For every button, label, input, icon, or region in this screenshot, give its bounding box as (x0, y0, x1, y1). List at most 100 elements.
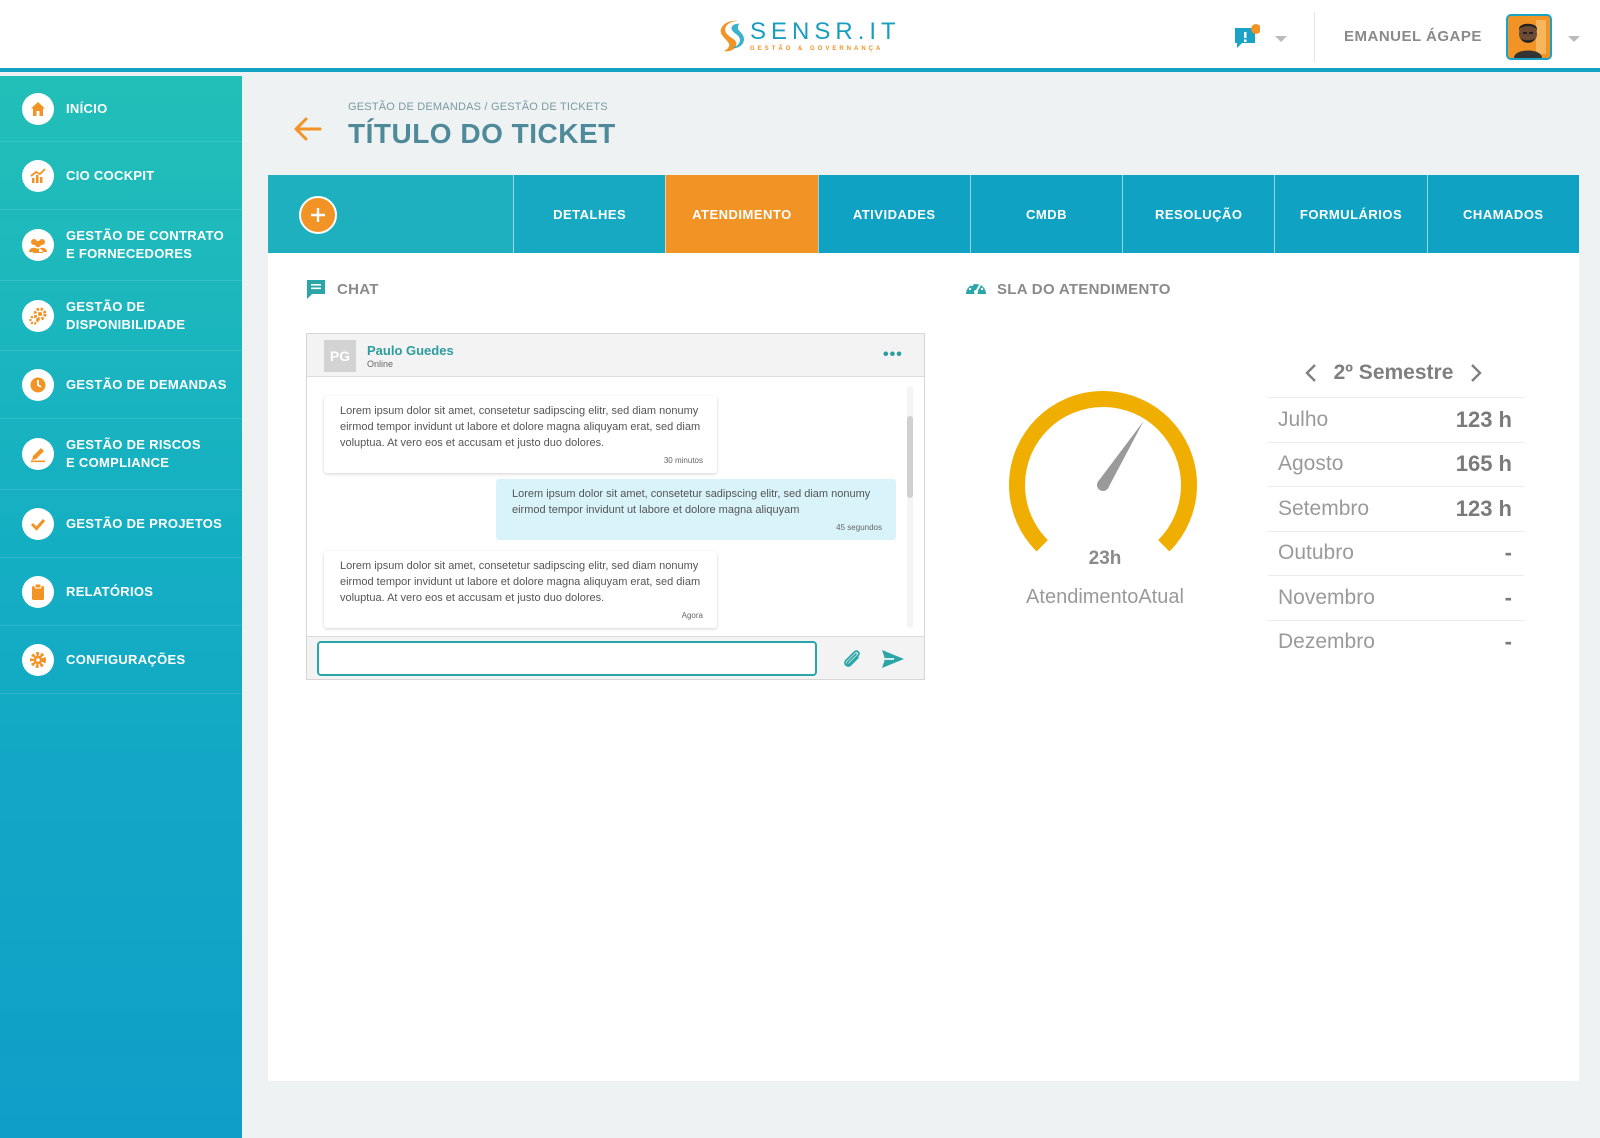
gauge-value: 23h (1088, 548, 1122, 569)
month-name: Julho (1278, 407, 1329, 431)
message-text: Lorem ipsum dolor sit amet, consetetur s… (340, 405, 701, 449)
tab-atendimento[interactable]: ATENDIMENTO (665, 175, 818, 253)
people-icon (22, 229, 54, 261)
month-row: Outubro - (1268, 530, 1524, 576)
month-name: Setembro (1278, 496, 1370, 520)
month-row: Setembro 123 h (1268, 486, 1524, 531)
gauge-arc (1009, 391, 1197, 552)
sidebar-item-label: GESTÃO DE PROJETOS (66, 515, 223, 531)
brand-logo[interactable]: SENSR.IT GESTÃO & GOVERNANÇA (718, 16, 901, 56)
back-arrow-icon[interactable] (292, 114, 324, 144)
message-input[interactable] (317, 641, 817, 676)
month-row: Dezembro - (1268, 619, 1524, 665)
chat-window: PG Paulo Guedes Online ••• Lorem ipsum d… (306, 333, 925, 680)
semester-selector: 2º Semestre (1266, 355, 1521, 391)
sidebar-item-label: CIO COCKPIT (66, 167, 155, 183)
sidebar-item-gestao-demandas[interactable]: GESTÃO DE DEMANDAS (0, 351, 242, 419)
contact-name[interactable]: Paulo Guedes (367, 343, 454, 358)
message-text: Lorem ipsum dolor sit amet, consetetur s… (512, 488, 871, 516)
breadcrumb[interactable]: GESTÃO DE DEMANDAS / GESTÃO DE TICKETS (348, 101, 608, 113)
sidebar-item-inicio[interactable]: INÍCIO (0, 76, 242, 142)
month-name: Dezembro (1278, 630, 1375, 654)
header-divider (1314, 12, 1315, 62)
month-name: Outubro (1278, 541, 1354, 565)
month-value: - (1504, 629, 1512, 655)
sidebar-item-cio-cockpit[interactable]: CIO COCKPIT (0, 142, 242, 210)
sla-section-title: SLA DO ATENDIMENTO (965, 278, 1171, 300)
sidebar-item-label: CONFIGURAÇÕES (66, 651, 186, 667)
sidebar-item-label: GESTÃO DE CONTRATO E FORNECEDORES (66, 228, 225, 261)
paperclip-icon[interactable] (841, 648, 863, 670)
month-row: Agosto 165 h (1268, 441, 1524, 487)
chat-title-text: CHAT (337, 280, 379, 298)
month-value: 123 h (1455, 406, 1512, 432)
month-row: Novembro - (1268, 575, 1524, 620)
clipboard-icon (22, 575, 54, 608)
notification-dropdown-caret[interactable] (1275, 36, 1287, 42)
chat-icon (307, 280, 325, 299)
sidebar-item-configuracoes[interactable]: CONFIGURAÇÕES (0, 626, 242, 694)
sidebar-item-label: GESTÃO DE DEMANDAS (66, 376, 227, 392)
message-time: 45 segundos (836, 523, 882, 532)
sidebar-item-label: RELATÓRIOS (66, 583, 154, 599)
tab-bar: DETALHES ATENDIMENTO ATIVIDADES CMDB RES… (268, 175, 1579, 253)
add-button[interactable] (299, 196, 337, 234)
sidebar-item-gestao-projetos[interactable]: GESTÃO DE PROJETOS (0, 490, 242, 558)
semester-label: 2º Semestre (1333, 361, 1454, 384)
sla-title-text: SLA DO ATENDIMENTO (997, 280, 1171, 298)
sidebar-item-label: INÍCIO (66, 100, 108, 116)
chat-footer (307, 636, 924, 679)
tab-formularios[interactable]: FORMULÁRIOS (1274, 175, 1427, 253)
gauge-hub (1097, 479, 1109, 491)
tab-cmdb[interactable]: CMDB (969, 175, 1123, 253)
month-value: - (1504, 584, 1512, 610)
months-table: Julho 123 h Agosto 165 h Setembro 123 h … (1268, 397, 1524, 664)
tab-add-zone (268, 175, 513, 253)
contact-avatar: PG (324, 340, 356, 372)
chat-section-title: CHAT (305, 278, 379, 300)
message-time: Agora (681, 611, 703, 620)
gear-icon (22, 643, 54, 676)
speedometer-icon (966, 281, 986, 294)
month-value: 165 h (1455, 451, 1512, 477)
chevron-left-icon[interactable] (1302, 362, 1320, 384)
tab-chamados[interactable]: CHAMADOS (1426, 175, 1579, 253)
sidebar-item-gestao-contrato[interactable]: GESTÃO DE CONTRATO E FORNECEDORES (0, 210, 242, 281)
sidebar-item-gestao-disponibilidade[interactable]: GESTÃO DE DISPONIBILIDADE (0, 281, 242, 351)
page-title: TÍTULO DO TICKET (348, 118, 616, 149)
month-value: 123 h (1455, 495, 1512, 521)
sidebar-item-label: GESTÃO DE DISPONIBILIDADE (66, 298, 186, 332)
home-icon (22, 92, 54, 125)
check-icon (22, 507, 54, 540)
month-value: - (1504, 540, 1512, 566)
gauge-needle (1097, 420, 1144, 489)
avatar-portrait-icon (1508, 16, 1550, 58)
tab-resolucao[interactable]: RESOLUÇÃO (1122, 175, 1275, 253)
sidebar-item-gestao-riscos[interactable]: GESTÃO DE RISCOS E COMPLIANCE (0, 419, 242, 490)
gauge-label: AtendimentoAtual (1026, 586, 1184, 608)
contact-status: Online (367, 359, 394, 369)
message-incoming: Lorem ipsum dolor sit amet, consetetur s… (324, 551, 717, 628)
sidebar-item-relatorios[interactable]: RELATÓRIOS (0, 558, 242, 626)
brand-name: SENSR.IT (750, 18, 901, 45)
send-icon[interactable] (881, 648, 905, 670)
chat-scrollbar-thumb[interactable] (907, 416, 913, 498)
user-dropdown-caret[interactable] (1568, 36, 1580, 42)
chat-header: PG Paulo Guedes Online ••• (307, 334, 924, 377)
logo-mark-icon (720, 20, 744, 52)
user-name[interactable]: EMANUEL ÁGAPE (1344, 28, 1482, 45)
pencil-icon (22, 438, 54, 470)
plus-icon (311, 208, 325, 222)
message-incoming: Lorem ipsum dolor sit amet, consetetur s… (324, 396, 717, 473)
tab-atividades[interactable]: ATIVIDADES (817, 175, 970, 253)
message-outgoing: Lorem ipsum dolor sit amet, consetetur s… (496, 479, 896, 540)
chat-alert-icon[interactable] (1232, 24, 1260, 52)
brand-tagline: GESTÃO & GOVERNANÇA (750, 46, 884, 52)
chevron-right-icon[interactable] (1467, 362, 1485, 384)
more-options-icon[interactable]: ••• (883, 346, 903, 364)
chart-icon (22, 159, 54, 192)
month-name: Agosto (1278, 452, 1344, 476)
message-time: 30 minutos (663, 456, 703, 465)
tab-detalhes[interactable]: DETALHES (513, 175, 666, 253)
user-avatar[interactable] (1506, 14, 1552, 60)
